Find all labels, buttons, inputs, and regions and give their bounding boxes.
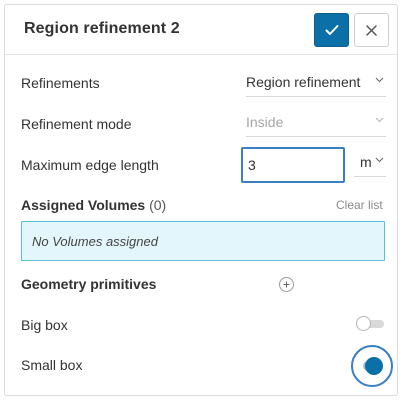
max-edge-length-input[interactable] bbox=[241, 147, 345, 183]
small-box-label: Small box bbox=[21, 357, 83, 373]
refinement-mode-label: Refinement mode bbox=[21, 116, 132, 132]
max-edge-length-label: Maximum edge length bbox=[21, 157, 159, 173]
panel-title: Region refinement 2 bbox=[24, 20, 180, 37]
confirm-button[interactable] bbox=[314, 13, 349, 47]
big-box-toggle[interactable] bbox=[356, 316, 386, 331]
close-icon bbox=[366, 24, 377, 36]
chevron-down-icon bbox=[375, 77, 384, 83]
toggle-knob bbox=[365, 357, 383, 375]
close-button[interactable] bbox=[354, 13, 389, 47]
refinement-mode-select: Inside bbox=[246, 107, 386, 137]
chevron-down-icon bbox=[375, 117, 384, 123]
chevron-down-icon bbox=[375, 157, 384, 163]
refinements-select[interactable]: Region refinement bbox=[246, 67, 386, 97]
unit-value: m bbox=[360, 153, 372, 170]
geometry-primitives-title: Geometry primitives bbox=[21, 276, 157, 292]
assigned-volumes-empty-text: No Volumes assigned bbox=[32, 234, 158, 249]
assigned-volumes-count: (0) bbox=[149, 197, 167, 213]
clear-list-link[interactable]: Clear list bbox=[336, 198, 383, 212]
assigned-volumes-title: Assigned Volumes bbox=[21, 197, 146, 213]
refinements-value: Region refinement bbox=[246, 73, 361, 90]
refinements-label: Refinements bbox=[21, 75, 100, 91]
region-refinement-panel: Region refinement 2 Refinements Region r… bbox=[4, 4, 398, 396]
refinement-mode-value: Inside bbox=[246, 113, 284, 130]
toggle-knob bbox=[356, 316, 371, 331]
check-icon bbox=[325, 25, 338, 35]
assigned-volumes-heading: Assigned Volumes (0) bbox=[21, 197, 166, 213]
add-primitive-button[interactable] bbox=[279, 277, 294, 292]
panel-header: Region refinement 2 bbox=[5, 5, 397, 55]
plus-icon bbox=[283, 281, 290, 288]
small-box-toggle[interactable] bbox=[351, 345, 393, 387]
assigned-volumes-dropzone[interactable]: No Volumes assigned bbox=[21, 221, 385, 261]
unit-select[interactable]: m bbox=[354, 147, 386, 177]
big-box-label: Big box bbox=[21, 317, 68, 333]
